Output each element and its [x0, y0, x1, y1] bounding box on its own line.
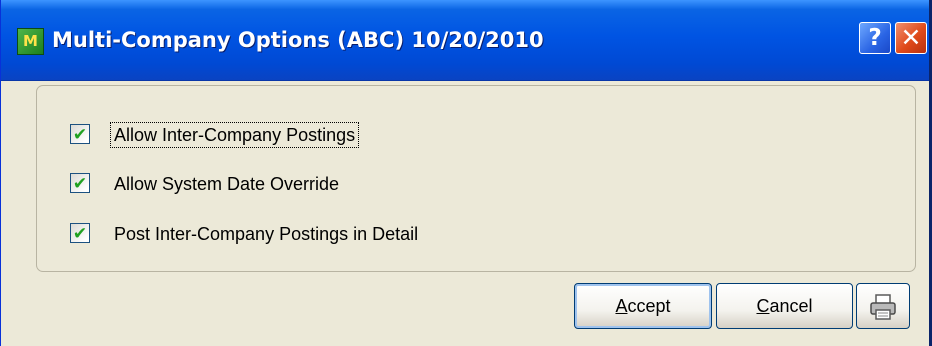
accept-label: ccept — [627, 296, 671, 316]
cancel-mnemonic: C — [756, 296, 770, 316]
checkbox-allow-inter-company-postings[interactable]: ✔ — [70, 124, 90, 144]
accept-button[interactable]: Accept — [574, 283, 712, 329]
dialog-window: M Multi-Company Options (ABC) 10/20/2010… — [0, 0, 932, 346]
checkmark-icon: ✔ — [72, 174, 88, 193]
help-button[interactable]: ? — [859, 22, 891, 54]
option-label: Post Inter-Company Postings in Detail — [114, 224, 419, 244]
option-label: Allow System Date Override — [114, 174, 340, 194]
checkbox-post-inter-company-postings-in-detail[interactable]: ✔ — [70, 223, 90, 243]
printer-icon — [870, 294, 896, 320]
title-bar[interactable]: M Multi-Company Options (ABC) 10/20/2010… — [1, 0, 929, 81]
print-button[interactable] — [856, 283, 910, 329]
checkmark-icon: ✔ — [72, 125, 88, 144]
accept-mnemonic: A — [615, 296, 628, 316]
checkmark-icon: ✔ — [72, 224, 88, 243]
checkbox-allow-system-date-override[interactable]: ✔ — [70, 173, 90, 193]
cancel-button[interactable]: Cancel — [716, 283, 853, 329]
app-icon: M — [17, 28, 44, 55]
window-title: Multi-Company Options (ABC) 10/20/2010 — [52, 28, 544, 52]
close-button[interactable]: ✕ — [895, 22, 927, 54]
option-label: Allow Inter-Company Postings — [109, 122, 360, 148]
cancel-label: ancel — [769, 296, 813, 316]
